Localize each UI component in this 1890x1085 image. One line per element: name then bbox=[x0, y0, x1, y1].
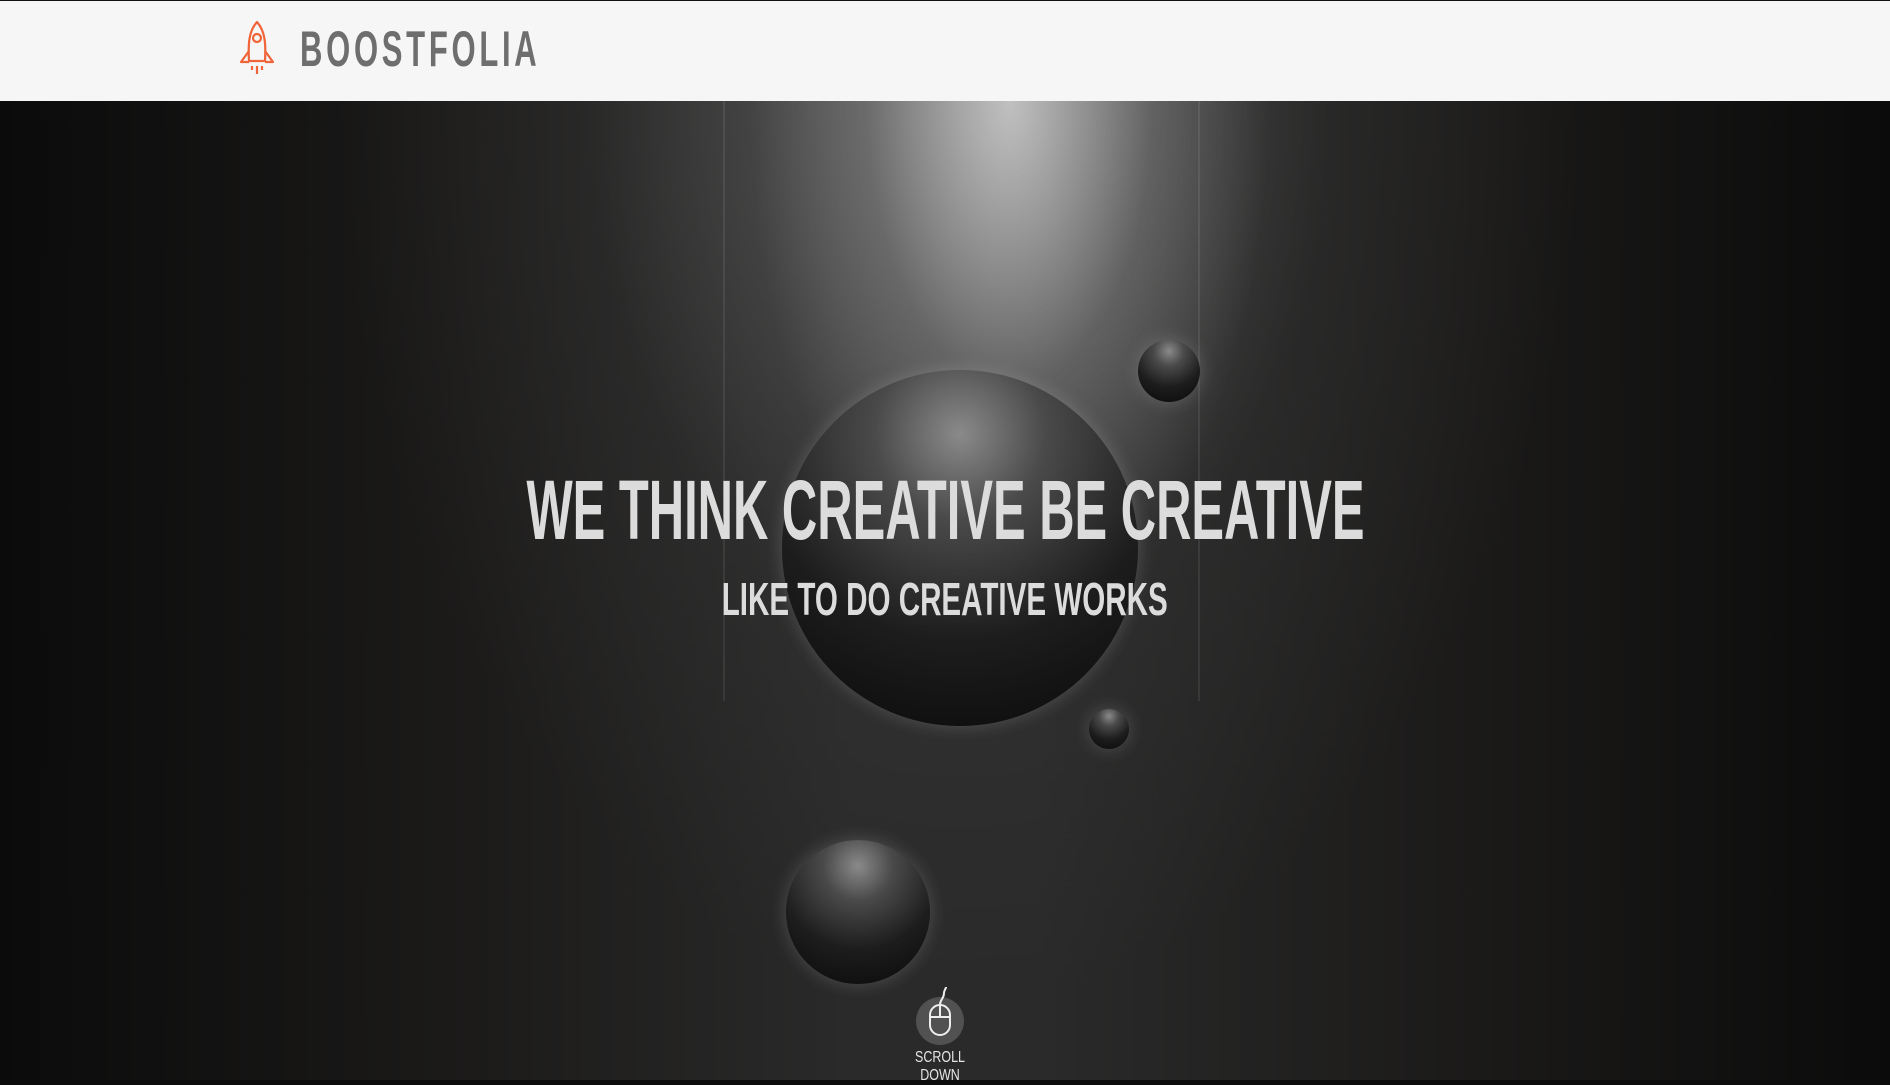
small-planet bbox=[1138, 340, 1200, 402]
brand-name: BOOSTFOLIA bbox=[300, 21, 541, 77]
hero-subheadline: LIKE TO DO CREATIVE WORKS bbox=[0, 573, 1890, 625]
logo[interactable]: BOOSTFOLIA bbox=[236, 19, 688, 79]
hero-headline-text: WE THINK CREATIVE BE CREATIVE bbox=[525, 463, 1364, 557]
mouse-icon bbox=[929, 986, 951, 1036]
hero-headline: WE THINK CREATIVE BE CREATIVE bbox=[0, 462, 1890, 558]
site-header: BOOSTFOLIA bbox=[0, 0, 1890, 101]
hero-subheadline-text: LIKE TO DO CREATIVE WORKS bbox=[722, 573, 1168, 625]
mouse-icon-circle bbox=[916, 986, 964, 1045]
scroll-down-button[interactable]: SCROLL DOWN bbox=[890, 985, 990, 1085]
small-planet bbox=[1089, 709, 1129, 749]
rocket-icon bbox=[239, 20, 275, 74]
medium-planet bbox=[786, 840, 930, 984]
